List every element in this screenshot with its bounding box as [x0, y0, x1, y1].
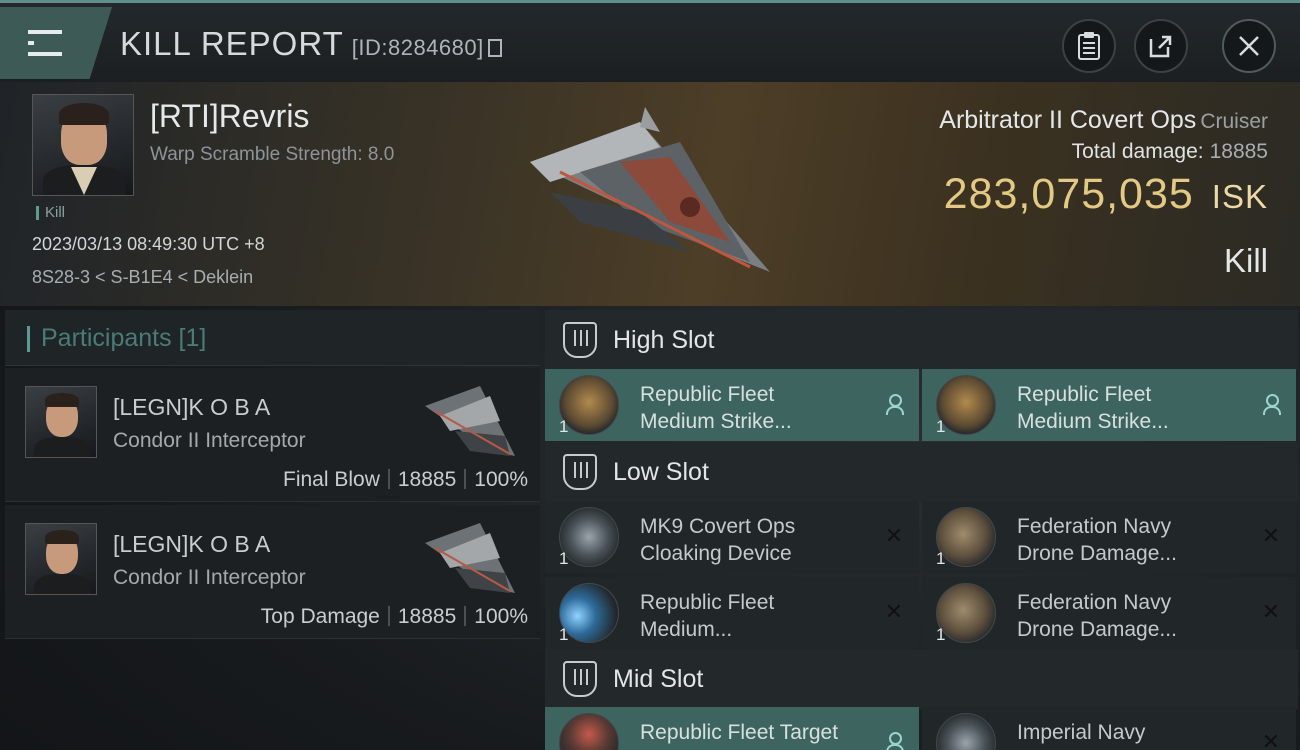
- participant-stats: Top Damage 18885 100%: [261, 605, 528, 629]
- menu-button[interactable]: [0, 7, 112, 79]
- participant-ship-image: [425, 523, 515, 593]
- low-slot-icon: [563, 454, 597, 490]
- participant-avatar[interactable]: [25, 386, 97, 458]
- ship-name-text: Arbitrator II Covert Ops: [939, 106, 1197, 134]
- ship-class: Cruiser: [1200, 110, 1268, 133]
- module-quantity: 1: [559, 549, 569, 568]
- high-slot-label: High Slot: [613, 326, 715, 354]
- warp-scramble-strength: Warp Scramble Strength: 8.0: [150, 144, 395, 165]
- mid-slot-icon: [563, 661, 597, 697]
- report-id: [ID:8284680]: [351, 35, 484, 60]
- kill-result: Kill: [1223, 242, 1268, 279]
- clipboard-icon: [1078, 32, 1100, 60]
- mid-slot-header: Mid Slot: [545, 649, 1298, 709]
- close-button[interactable]: [1222, 19, 1276, 73]
- participant-role: Final Blow: [283, 468, 380, 491]
- module-icon: [936, 713, 996, 750]
- module-quantity: 1: [559, 625, 569, 644]
- module-name: Republic Fleet Medium Strike...: [640, 383, 792, 433]
- participant-stats: Final Blow 18885 100%: [283, 468, 528, 492]
- victim-ship-image[interactable]: [520, 102, 780, 282]
- copy-id-icon[interactable]: [487, 39, 502, 57]
- low-slot-label: Low Slot: [613, 458, 709, 486]
- total-damage-value: 18885: [1209, 140, 1268, 163]
- module-quantity: 1: [936, 549, 946, 568]
- module-name: Federation Navy Drone Damage...: [1017, 591, 1177, 641]
- module-item[interactable]: 1 Federation Navy Drone Damage... ✕: [922, 577, 1296, 649]
- kill-tag: Kill: [36, 205, 65, 220]
- participant-ship: Condor II Interceptor: [113, 429, 306, 452]
- module-item[interactable]: 1 Federation Navy Drone Damage... ✕: [922, 501, 1296, 573]
- participant-row[interactable]: [LEGN]K O B A Condor II Interceptor Fina…: [5, 368, 540, 502]
- module-quantity: 1: [936, 625, 946, 644]
- mid-slot-label: Mid Slot: [613, 665, 704, 693]
- module-name: Republic Fleet Medium Strike...: [1017, 383, 1169, 433]
- participant-row[interactable]: [LEGN]K O B A Condor II Interceptor Top …: [5, 505, 540, 639]
- participant-ship: Condor II Interceptor: [113, 566, 306, 589]
- victim-name[interactable]: [RTI]Revris: [150, 98, 309, 135]
- isk-value: 283,075,035 ISK: [944, 170, 1268, 219]
- module-name: Republic Fleet Medium...: [640, 591, 775, 641]
- destroyed-x-icon: ✕: [1261, 523, 1281, 548]
- module-item[interactable]: 1 Republic Fleet Medium Strike...: [545, 369, 919, 441]
- participant-role: Top Damage: [260, 605, 380, 628]
- victim-avatar[interactable]: [32, 94, 134, 196]
- high-slot-header: High Slot: [545, 310, 1298, 370]
- close-icon: [1239, 36, 1259, 56]
- dropped-person-icon: [1260, 393, 1282, 415]
- target-painter-icon: [559, 713, 619, 750]
- module-name: Federation Navy Drone Damage...: [1017, 515, 1177, 565]
- module-quantity: 1: [559, 417, 569, 436]
- share-button[interactable]: [1134, 19, 1188, 73]
- isk-unit: ISK: [1211, 178, 1268, 215]
- module-item[interactable]: 1 MK9 Covert Ops Cloaking Device ✕: [545, 501, 919, 573]
- module-item[interactable]: Republic Fleet Target: [545, 707, 919, 750]
- participant-avatar[interactable]: [25, 523, 97, 595]
- participant-name: [LEGN]K O B A: [113, 531, 271, 557]
- low-slot-header: Low Slot: [545, 442, 1298, 502]
- participant-damage: 18885: [397, 605, 457, 628]
- module-name: Republic Fleet Target: [640, 721, 839, 744]
- victim-ship-name[interactable]: Arbitrator II Covert Ops Cruiser: [939, 106, 1268, 135]
- page-title-text: KILL REPORT: [120, 25, 344, 62]
- participant-damage: 18885: [397, 468, 457, 491]
- participant-percent: 100%: [474, 468, 528, 491]
- participants-panel: Participants [1] [LEGN]K O B A Condor II…: [5, 310, 540, 750]
- high-slot-icon: [563, 322, 597, 358]
- kill-datetime: 2023/03/13 08:49:30 UTC +8: [32, 234, 265, 254]
- share-icon: [1149, 35, 1172, 58]
- destroyed-x-icon: ✕: [884, 599, 904, 624]
- total-damage: Total damage: 18885: [1072, 140, 1268, 164]
- module-quantity: 1: [936, 417, 946, 436]
- module-item[interactable]: 1 Republic Fleet Medium... ✕: [545, 577, 919, 649]
- module-name: MK9 Covert Ops Cloaking Device: [640, 515, 796, 565]
- participant-name: [LEGN]K O B A: [113, 394, 271, 420]
- participant-percent: 100%: [474, 605, 528, 628]
- participant-ship-image: [425, 386, 515, 456]
- top-bar: KILL REPORT [ID:8284680]: [0, 0, 1300, 82]
- module-name: Imperial Navy: [1017, 721, 1146, 744]
- participants-title: Participants [1]: [41, 324, 207, 352]
- dropped-person-icon: [883, 393, 905, 415]
- dropped-person-icon: [883, 731, 905, 750]
- destroyed-x-icon: ✕: [1261, 599, 1281, 624]
- module-item[interactable]: 1 Republic Fleet Medium Strike...: [922, 369, 1296, 441]
- total-damage-label: Total damage:: [1071, 140, 1204, 163]
- isk-amount: 283,075,035: [943, 170, 1194, 218]
- participants-header: Participants [1]: [5, 310, 540, 366]
- hamburger-icon: [28, 30, 62, 56]
- victim-banner: [RTI]Revris Warp Scramble Strength: 8.0 …: [0, 82, 1300, 306]
- clipboard-button[interactable]: [1062, 19, 1116, 73]
- kill-location[interactable]: 8S28-3 < S-B1E4 < Deklein: [32, 267, 253, 288]
- destroyed-x-icon: ✕: [1261, 729, 1281, 750]
- destroyed-x-icon: ✕: [884, 523, 904, 548]
- page-title: KILL REPORT [ID:8284680]: [120, 25, 502, 63]
- module-item[interactable]: Imperial Navy ✕: [922, 707, 1296, 750]
